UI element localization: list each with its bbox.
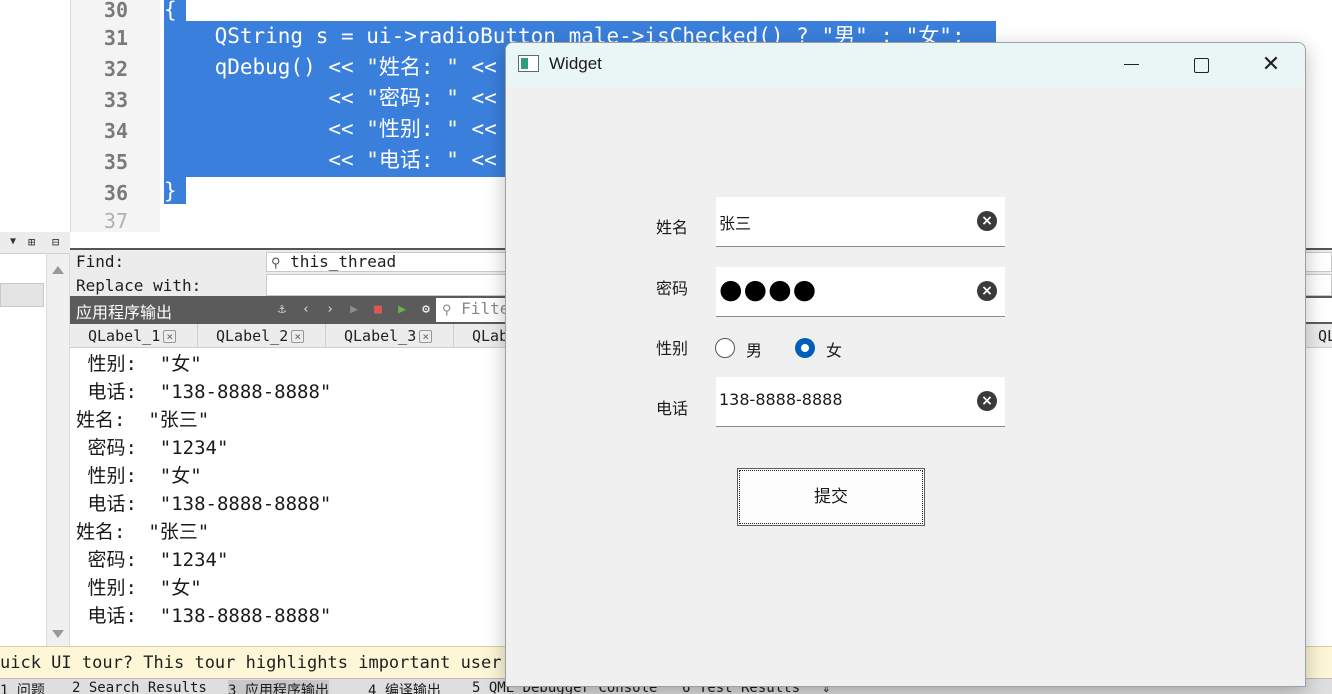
clear-icon[interactable]: × bbox=[977, 281, 997, 301]
widget-window: Widget ✕ 姓名 张三 × 密码 ●●●● × 性别 男 女 电话 138… bbox=[505, 42, 1306, 687]
output-line: 密码: "1234" bbox=[76, 437, 229, 459]
tab-qlabel-3[interactable]: QLabel_3 × bbox=[326, 324, 454, 348]
name-value: 张三 bbox=[719, 214, 752, 233]
find-value: this_thread bbox=[290, 252, 397, 271]
search-icon: ⚲ bbox=[271, 256, 281, 271]
status-tab-app-output[interactable]: 3 应用程序输出 bbox=[228, 680, 329, 694]
settings-gear-icon[interactable]: ⚙ bbox=[416, 300, 436, 320]
line-number: 33 bbox=[103, 88, 128, 112]
next-icon[interactable]: › bbox=[320, 300, 340, 320]
replace-label: Replace with: bbox=[76, 276, 202, 295]
radio-female[interactable] bbox=[795, 338, 815, 358]
name-field[interactable]: 张三 × bbox=[716, 197, 1005, 247]
line-number: 31 bbox=[103, 26, 128, 50]
output-line: 性别: "女" bbox=[76, 465, 202, 487]
line-number: 32 bbox=[103, 57, 128, 81]
previous-icon[interactable]: ‹ bbox=[296, 300, 316, 320]
output-line: 电话: "138-8888-8888" bbox=[76, 605, 332, 627]
code-line[interactable]: << "电话: " << bbox=[164, 145, 496, 176]
line-number: 30 bbox=[103, 0, 128, 22]
side-panel-item[interactable] bbox=[0, 283, 44, 307]
code-line[interactable]: } bbox=[164, 176, 177, 207]
output-pane-title: 应用程序输出 bbox=[76, 303, 173, 322]
window-titlebar[interactable]: Widget ✕ bbox=[506, 43, 1305, 87]
code-line[interactable]: qDebug() << "姓名: " << bbox=[164, 52, 497, 83]
line-number: 35 bbox=[103, 150, 128, 174]
left-panel bbox=[0, 0, 70, 232]
window-title: Widget bbox=[549, 54, 602, 73]
radio-female-label[interactable]: 女 bbox=[826, 337, 842, 361]
phone-field[interactable]: 138-8888-8888 × bbox=[716, 377, 1005, 427]
attach-icon[interactable]: ⚓ bbox=[272, 300, 292, 320]
line-number: 37 bbox=[103, 209, 128, 233]
debug-run-icon[interactable]: ▶ bbox=[392, 300, 412, 320]
close-pane-icon[interactable]: ⊟ bbox=[52, 235, 59, 249]
clear-icon[interactable]: × bbox=[977, 211, 997, 231]
gender-label: 性别 bbox=[656, 339, 689, 358]
password-value: ●●●● bbox=[719, 274, 818, 305]
tab-label: QLabel_2 bbox=[216, 327, 289, 345]
minimize-button[interactable] bbox=[1096, 43, 1166, 87]
stop-icon[interactable]: ■ bbox=[368, 300, 388, 320]
status-tab-issues[interactable]: 1 问题 bbox=[0, 680, 45, 694]
split-icon[interactable]: ⊞ bbox=[28, 235, 35, 249]
tab-qlabel-2[interactable]: QLabel_2 × bbox=[198, 324, 326, 348]
filter-search-icon: ⚲ bbox=[442, 303, 452, 318]
app-icon bbox=[518, 55, 539, 72]
close-button[interactable]: ✕ bbox=[1236, 43, 1305, 87]
phone-value: 138-8888-8888 bbox=[719, 390, 843, 409]
find-label: Find: bbox=[76, 252, 125, 271]
password-label: 密码 bbox=[656, 279, 689, 298]
output-line: 密码: "1234" bbox=[76, 549, 229, 571]
output-line: 性别: "女" bbox=[76, 353, 202, 375]
password-field[interactable]: ●●●● × bbox=[716, 267, 1005, 317]
filter-placeholder: Filte bbox=[461, 299, 510, 318]
line-number: 34 bbox=[103, 119, 128, 143]
phone-label: 电话 bbox=[656, 399, 689, 418]
output-line: 性别: "女" bbox=[76, 577, 202, 599]
submit-button[interactable]: 提交 bbox=[737, 468, 925, 526]
output-line: 电话: "138-8888-8888" bbox=[76, 381, 332, 403]
tab-label: QLabel_1 bbox=[88, 327, 161, 345]
side-toolbar: ▼ ⊞ ⊟ bbox=[0, 232, 70, 254]
maximize-button[interactable] bbox=[1166, 43, 1236, 87]
tab-qlabel-1[interactable]: QLabel_1 × bbox=[70, 324, 198, 348]
clear-icon[interactable]: × bbox=[977, 391, 997, 411]
radio-male-label[interactable]: 男 bbox=[746, 337, 762, 361]
vertical-scrollbar[interactable] bbox=[46, 254, 70, 646]
tab-overflow[interactable]: QL bbox=[1318, 324, 1332, 348]
side-panel bbox=[0, 254, 46, 646]
output-line: 姓名: "张三" bbox=[76, 409, 210, 431]
name-label: 姓名 bbox=[656, 218, 689, 237]
run-icon[interactable]: ▶ bbox=[344, 300, 364, 320]
scroll-up-icon[interactable] bbox=[52, 266, 64, 274]
status-tab-search-results[interactable]: 2 Search Results bbox=[72, 680, 207, 694]
line-number: 36 bbox=[103, 181, 128, 205]
tab-label: QLab bbox=[472, 327, 509, 345]
output-line: 姓名: "张三" bbox=[76, 521, 210, 543]
close-tab-icon[interactable]: × bbox=[291, 330, 305, 343]
status-tab-compile-output[interactable]: 4 编译输出 bbox=[368, 680, 441, 694]
close-tab-icon[interactable]: × bbox=[419, 330, 433, 343]
radio-male[interactable] bbox=[715, 338, 735, 358]
output-line: 电话: "138-8888-8888" bbox=[76, 493, 332, 515]
code-line[interactable]: << "密码: " << bbox=[164, 83, 496, 114]
dropdown-arrow-icon[interactable]: ▼ bbox=[10, 236, 16, 247]
code-line[interactable]: << "性别: " << bbox=[164, 114, 496, 145]
scroll-down-icon[interactable] bbox=[52, 630, 64, 638]
tab-label: QLabel_3 bbox=[344, 327, 417, 345]
close-tab-icon[interactable]: × bbox=[163, 330, 177, 343]
